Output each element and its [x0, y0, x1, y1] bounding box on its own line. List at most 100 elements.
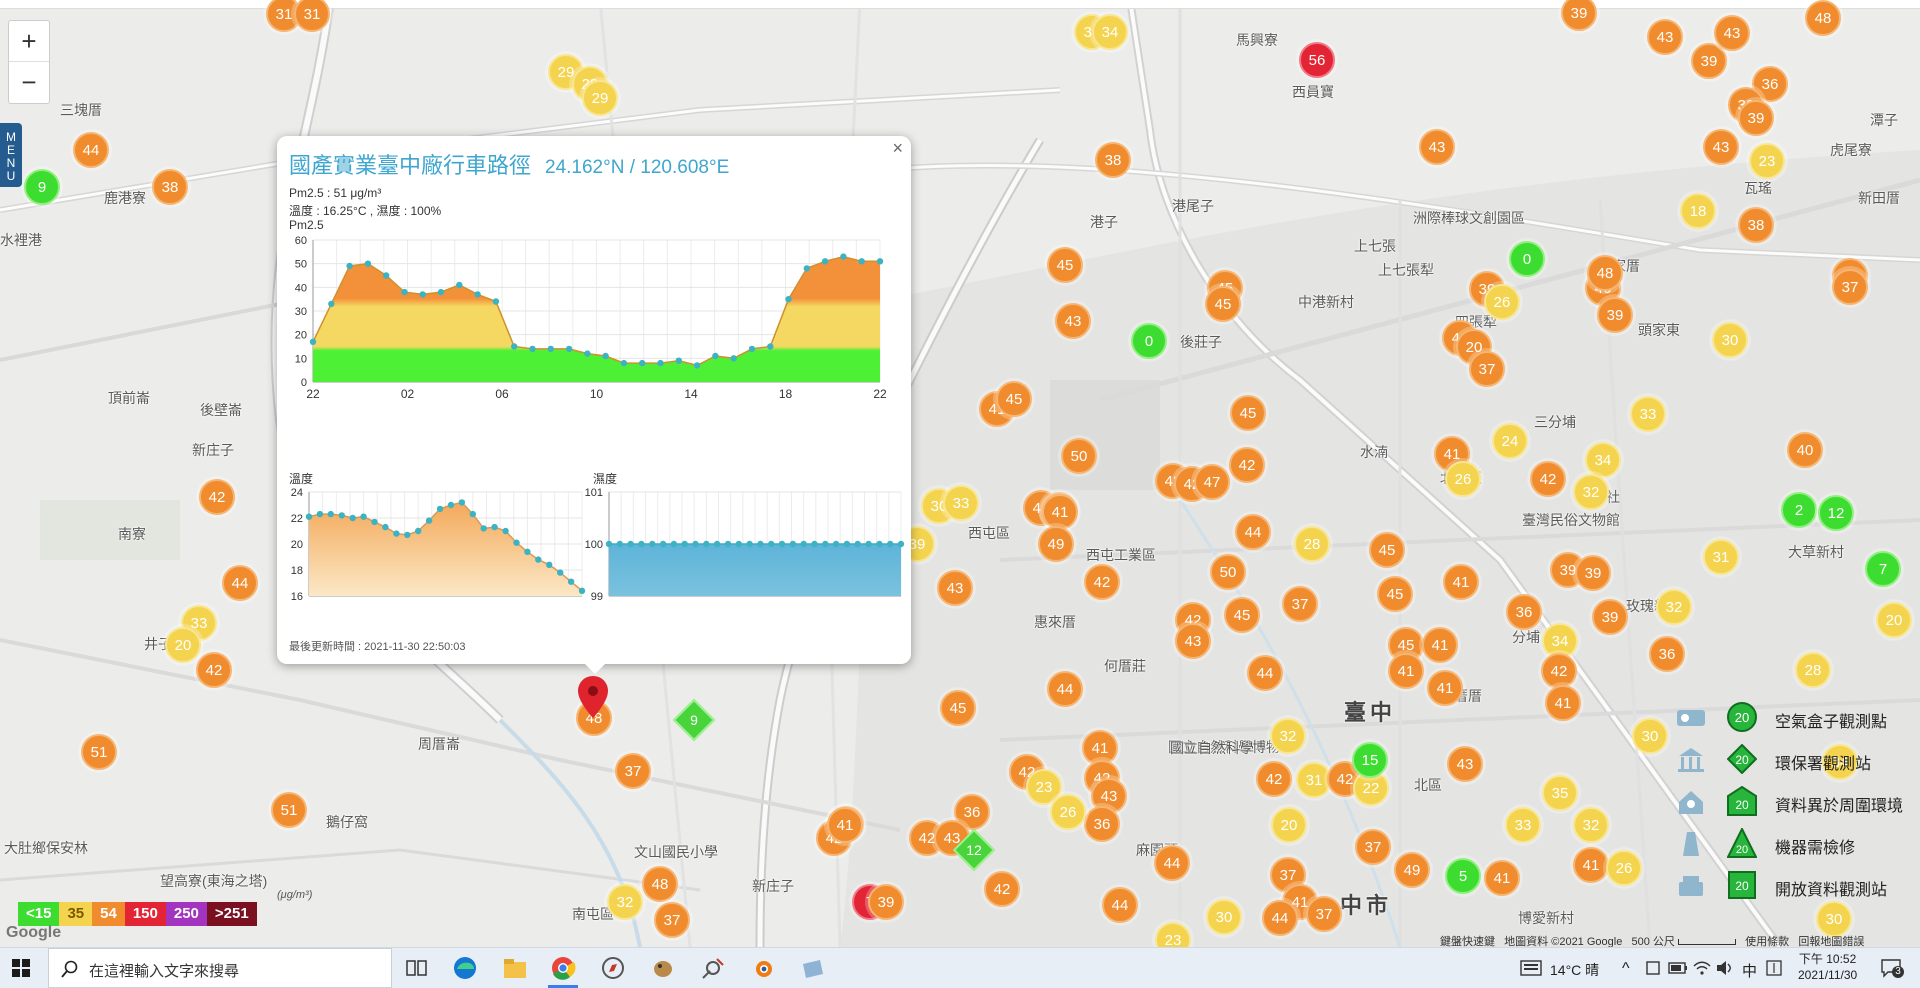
sensor-marker[interactable]: 41	[1422, 627, 1458, 663]
sensor-marker[interactable]: 45	[1205, 286, 1241, 322]
ime-mode-icon[interactable]	[1766, 960, 1782, 976]
sensor-marker[interactable]: 39	[1592, 599, 1628, 635]
sensor-marker[interactable]: 26	[1050, 794, 1086, 830]
sensor-marker[interactable]: 30	[1206, 899, 1242, 935]
compass-app-icon[interactable]	[600, 956, 626, 980]
sensor-marker[interactable]: 32	[1656, 589, 1692, 625]
notification-center[interactable]: 3	[1880, 958, 1904, 978]
sensor-marker[interactable]: 47	[1194, 464, 1230, 500]
sensor-marker[interactable]: 39	[1738, 100, 1774, 136]
air-quality-map[interactable]: 三塊厝鹿港寮水裡港頂前崙後壁崙新庄子南寮井子腳周厝崙大肚鄉保安林鵝仔窩望高寮(東…	[0, 0, 1920, 947]
sensor-marker[interactable]: 23	[1749, 143, 1785, 179]
sensor-marker[interactable]: 49	[1394, 852, 1430, 888]
sensor-marker[interactable]: 43	[1714, 15, 1750, 51]
sensor-marker[interactable]: 12	[1818, 495, 1854, 531]
sensor-marker[interactable]: 15	[1352, 742, 1388, 778]
sensor-marker[interactable]: 30	[1632, 718, 1668, 754]
sensor-marker[interactable]: 37	[1469, 351, 1505, 387]
sensor-marker[interactable]: 41	[827, 807, 863, 843]
sensor-marker[interactable]: 44	[1247, 655, 1283, 691]
sensor-marker[interactable]: 34	[1585, 442, 1621, 478]
sensor-marker[interactable]: 44	[1102, 887, 1138, 923]
sensor-marker[interactable]: 42	[196, 652, 232, 688]
sensor-marker[interactable]: 24	[1492, 423, 1528, 459]
sensor-marker[interactable]: 38	[152, 169, 188, 205]
file-explorer-icon[interactable]	[502, 956, 528, 980]
sensor-marker[interactable]: 0	[1509, 241, 1545, 277]
sensor-marker[interactable]: 29	[582, 80, 618, 116]
sensor-marker[interactable]: 34	[1092, 14, 1128, 50]
sensor-marker[interactable]: 41	[1484, 860, 1520, 896]
sensor-marker[interactable]: 56	[1299, 42, 1335, 78]
sensor-marker[interactable]: 43	[1447, 746, 1483, 782]
sensor-marker[interactable]: 45	[1377, 576, 1413, 612]
zoom-out-button[interactable]: −	[9, 61, 49, 102]
network-device-icon[interactable]	[1645, 960, 1661, 976]
sensor-marker[interactable]: 42	[1530, 461, 1566, 497]
sensor-marker[interactable]: 36	[1649, 636, 1685, 672]
satellite-app-icon[interactable]	[700, 956, 726, 980]
sensor-marker[interactable]: 43	[1055, 303, 1091, 339]
terms-link[interactable]: 使用條款	[1745, 936, 1789, 947]
sensor-marker[interactable]: 45	[1230, 395, 1266, 431]
sensor-marker[interactable]: 42	[1084, 564, 1120, 600]
wifi-icon[interactable]	[1693, 960, 1711, 976]
chevron-up-icon[interactable]: ^	[1622, 960, 1630, 978]
sensor-marker[interactable]: 45	[996, 381, 1032, 417]
sensor-marker[interactable]: 26	[1484, 284, 1520, 320]
sensor-marker[interactable]: 44	[1047, 671, 1083, 707]
weather-widget-icon[interactable]	[1520, 960, 1542, 976]
volume-icon[interactable]	[1716, 960, 1734, 976]
sensor-marker[interactable]: 37	[615, 753, 651, 789]
sensor-marker[interactable]: 40	[1787, 432, 1823, 468]
sensor-marker[interactable]: 51	[271, 792, 307, 828]
sensor-marker[interactable]: 33	[1505, 807, 1541, 843]
sensor-marker[interactable]: 44	[1154, 845, 1190, 881]
sensor-marker[interactable]: 41	[1042, 494, 1078, 530]
zoom-in-button[interactable]: +	[9, 21, 49, 61]
sensor-marker[interactable]: 48	[1805, 0, 1841, 36]
sensor-marker[interactable]: 38	[1095, 142, 1131, 178]
sensor-marker[interactable]: 45	[940, 690, 976, 726]
sensor-marker[interactable]: 48	[642, 866, 678, 902]
sensor-marker[interactable]: 28	[1294, 526, 1330, 562]
sensor-marker[interactable]: 37	[1282, 586, 1318, 622]
sensor-marker[interactable]: 43	[1419, 129, 1455, 165]
sensor-marker[interactable]: 37	[654, 902, 690, 938]
sensor-marker[interactable]: 2	[1781, 492, 1817, 528]
folder-app-icon[interactable]	[800, 956, 826, 980]
sensor-marker[interactable]: 50	[1210, 554, 1246, 590]
sensor-marker[interactable]: 49	[1038, 526, 1074, 562]
sensor-marker[interactable]: 28	[1795, 652, 1831, 688]
sensor-marker[interactable]: 41	[1388, 653, 1424, 689]
taskbar-search[interactable]: 在這裡輸入文字來搜尋	[48, 948, 392, 988]
sensor-marker[interactable]: 32	[1270, 718, 1306, 754]
sensor-marker[interactable]: 41	[1573, 847, 1609, 883]
sensor-marker[interactable]: 20	[1271, 807, 1307, 843]
sensor-marker[interactable]: 45	[1224, 597, 1260, 633]
sensor-marker[interactable]: 9	[24, 169, 60, 205]
keyboard-shortcuts-link[interactable]: 鍵盤快速鍵	[1440, 936, 1495, 947]
sensor-marker[interactable]: 42	[1229, 447, 1265, 483]
edge-browser-icon[interactable]	[452, 956, 478, 980]
sensor-marker[interactable]: 35	[1542, 775, 1578, 811]
sensor-marker[interactable]: 26	[1606, 850, 1642, 886]
sensor-marker[interactable]: 41	[1545, 685, 1581, 721]
sensor-marker[interactable]: 43	[1647, 19, 1683, 55]
sensor-marker[interactable]: 20	[165, 627, 201, 663]
menu-button[interactable]: M E N U	[0, 123, 22, 187]
weather-text[interactable]: 14°C 晴	[1550, 960, 1599, 980]
sensor-marker[interactable]: 41	[1427, 670, 1463, 706]
sensor-marker[interactable]: 42	[199, 479, 235, 515]
sensor-marker[interactable]: 32	[1573, 474, 1609, 510]
sensor-marker[interactable]: 36	[1084, 806, 1120, 842]
sensor-marker[interactable]: 48	[1587, 255, 1623, 291]
task-view-icon[interactable]	[404, 956, 430, 980]
sensor-marker[interactable]: 44	[1262, 900, 1298, 936]
sensor-marker[interactable]: 30	[1816, 901, 1852, 937]
sensor-marker[interactable]: 39	[1575, 555, 1611, 591]
sensor-marker[interactable]: 33	[943, 485, 979, 521]
sensor-marker[interactable]: 39	[1597, 297, 1633, 333]
sensor-marker[interactable]: 51	[81, 734, 117, 770]
sensor-marker[interactable]: 43	[1175, 623, 1211, 659]
